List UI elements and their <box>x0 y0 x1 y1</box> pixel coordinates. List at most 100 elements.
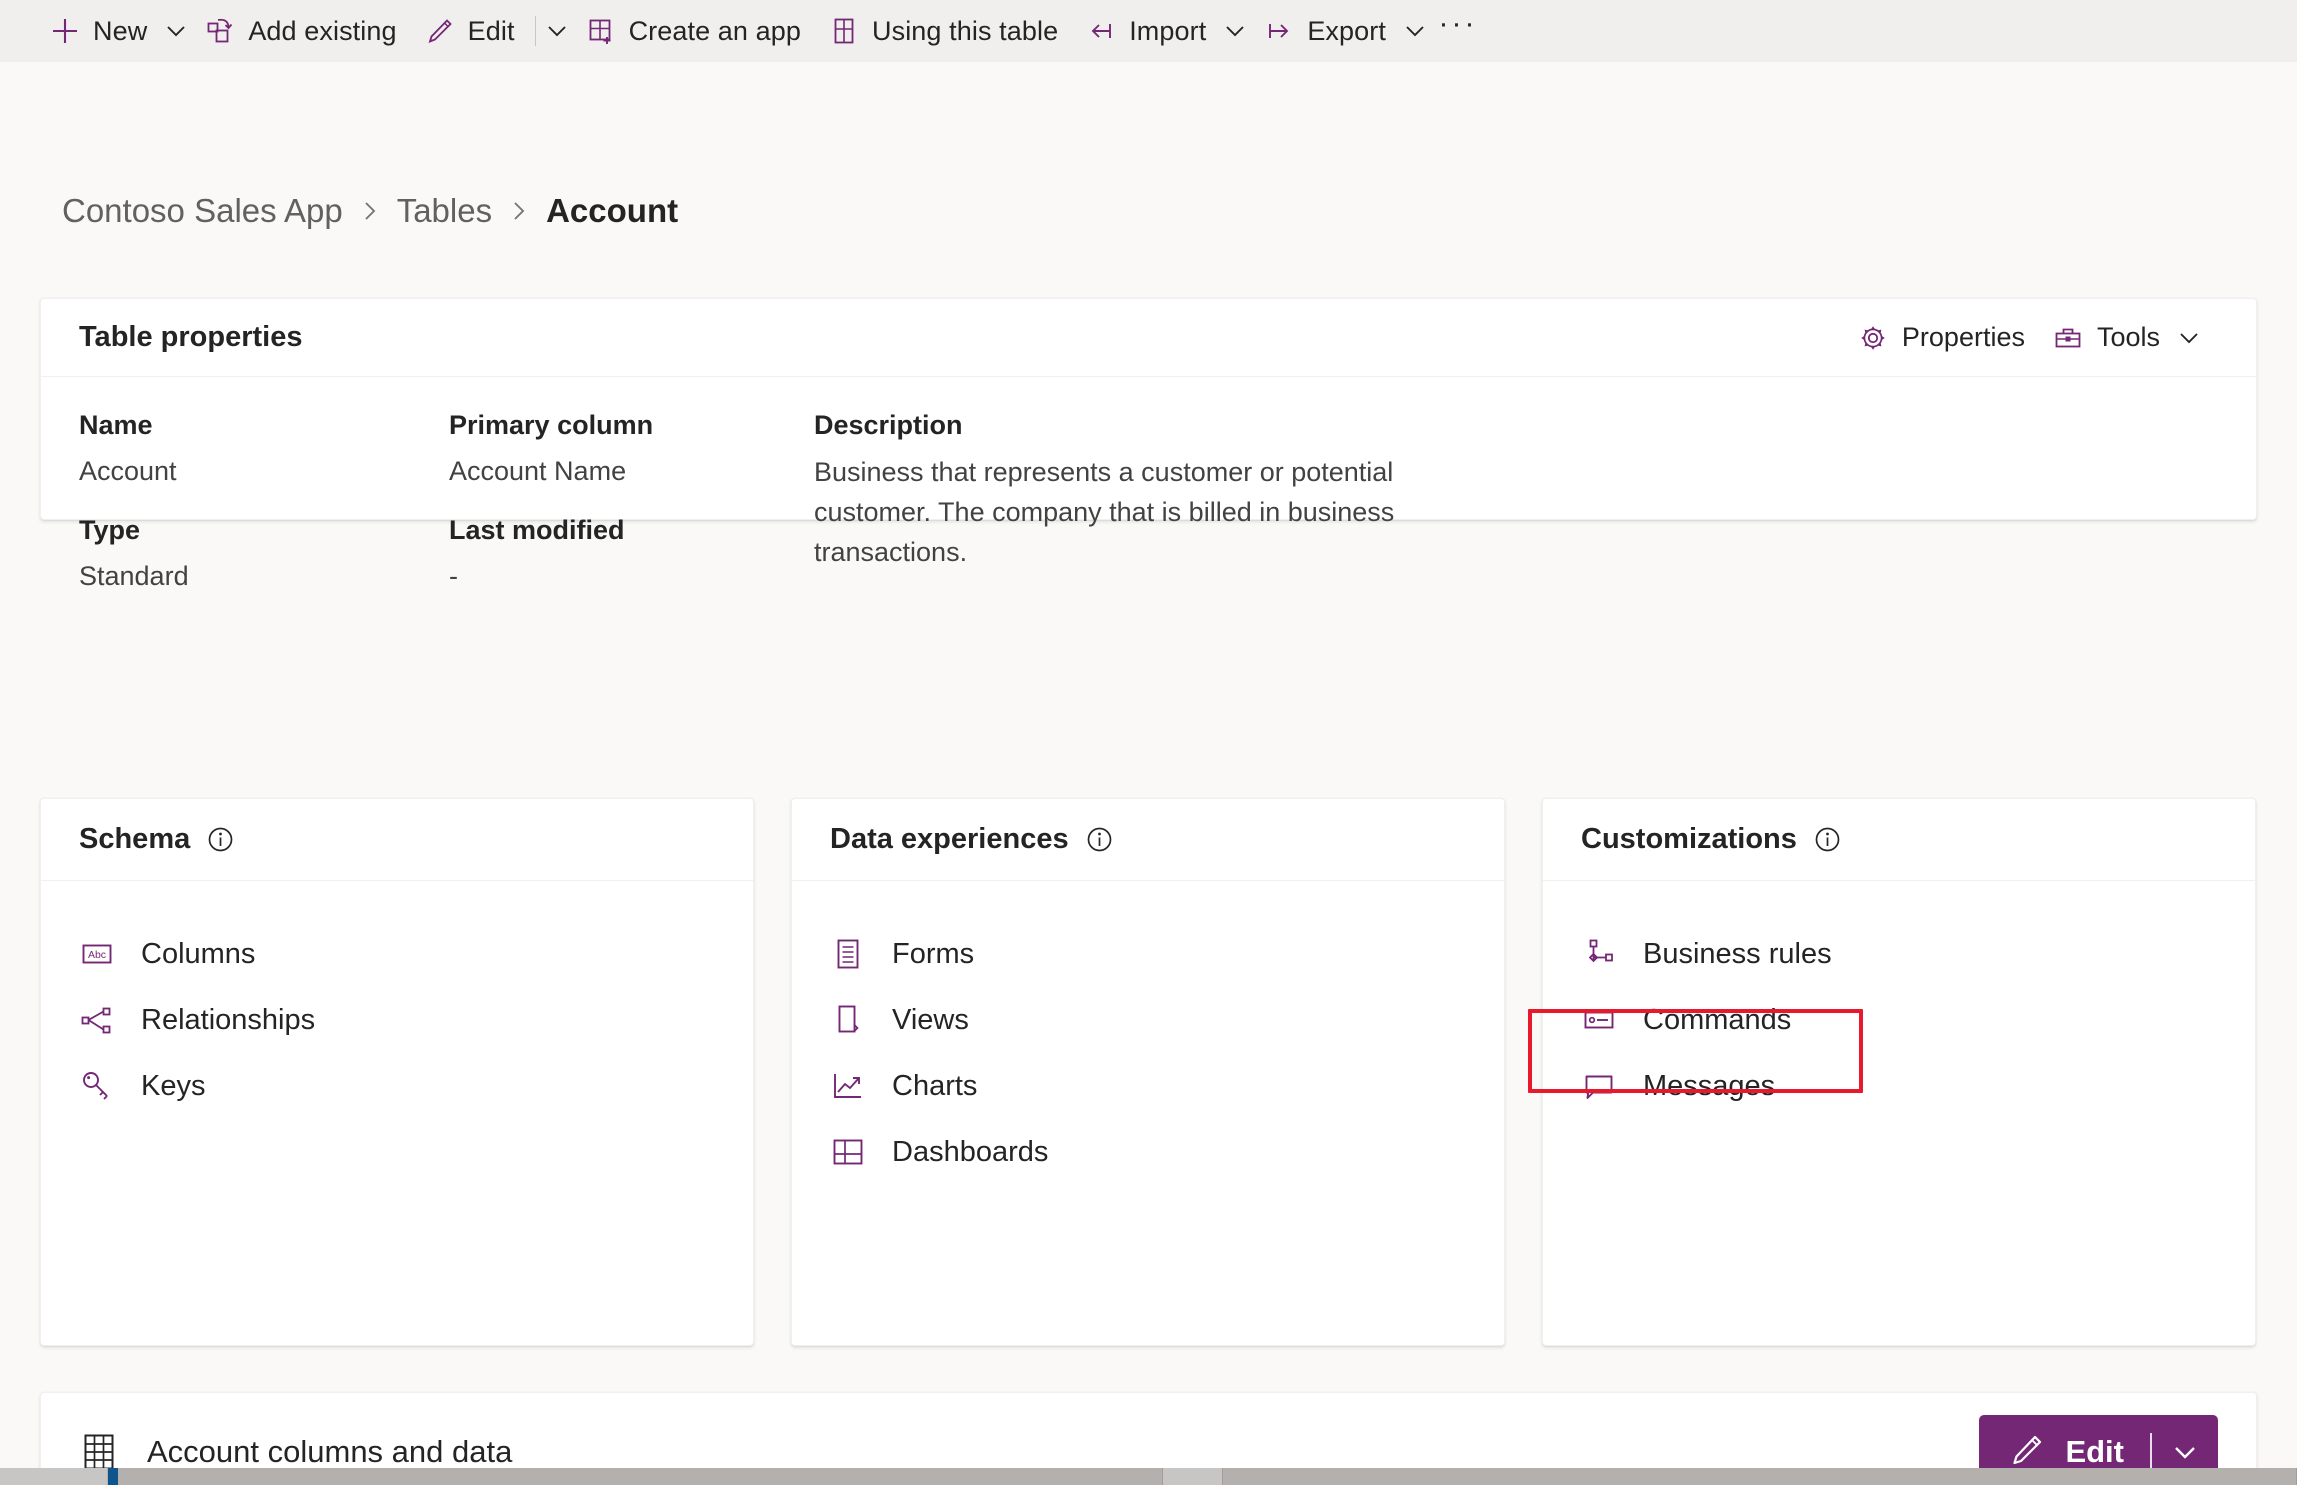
import-label: Import <box>1129 15 1207 46</box>
edit-split-divider <box>2150 1433 2152 1471</box>
breadcrumb-item-account: Account <box>546 192 679 229</box>
using-this-table-label: Using this table <box>872 15 1059 46</box>
new-button[interactable]: New <box>36 0 161 62</box>
export-icon <box>1264 16 1294 46</box>
columns-and-data-title: Account columns and data <box>147 1434 513 1469</box>
table-properties-column-1: Name Account Type Standard <box>57 407 427 595</box>
table-properties-card: Table properties Properties Tools Name A… <box>40 298 2257 591</box>
breadcrumb-chevron-right-icon <box>347 191 393 231</box>
table-properties-column-3: Description Business that represents a c… <box>792 407 1512 595</box>
data-experiences-item-dashboards-label: Dashboards <box>892 1135 1049 1168</box>
schema-item-keys[interactable]: Keys <box>41 1053 753 1119</box>
field-type: Type Standard <box>79 512 427 595</box>
import-button[interactable]: Import <box>1072 0 1220 62</box>
grid-selection-marker <box>108 1468 118 1485</box>
dashboard-icon <box>830 1134 866 1170</box>
data-experiences-item-views-label: Views <box>892 1003 969 1036</box>
customizations-card: Customizations Business rules Commands M… <box>1528 798 2256 1346</box>
customizations-item-business-rules[interactable]: Business rules <box>1543 921 2255 987</box>
data-experiences-item-views[interactable]: Views <box>792 987 1504 1053</box>
abc-icon: Abc <box>79 936 115 972</box>
properties-button[interactable]: Properties <box>1844 314 2039 361</box>
name-label: Name <box>79 410 153 440</box>
data-experiences-item-forms[interactable]: Forms <box>792 921 1504 987</box>
form-icon <box>830 936 866 972</box>
description-value: Business that represents a customer or p… <box>814 457 1395 568</box>
customizations-item-commands-label: Commands <box>1643 1003 1792 1036</box>
data-experiences-item-charts[interactable]: Charts <box>792 1053 1504 1119</box>
data-experiences-item-charts-label: Charts <box>892 1069 978 1102</box>
grid-header-cell[interactable] <box>1163 1468 1223 1485</box>
edit-button[interactable]: Edit <box>411 0 529 62</box>
create-app-icon <box>586 16 616 46</box>
field-description: Description Business that represents a c… <box>814 407 1512 573</box>
edit-chevron-down-icon[interactable] <box>542 16 572 46</box>
table-properties-header: Table properties Properties Tools <box>41 299 2256 377</box>
relationships-icon <box>79 1002 115 1038</box>
table-properties-actions: Properties Tools <box>1844 314 2218 361</box>
table-properties-body: Name Account Type Standard Primary colum… <box>41 377 2256 595</box>
data-experiences-card-header: Data experiences <box>792 799 1504 881</box>
columns-grid-header-row <box>0 1468 2297 1485</box>
tools-chevron-down-icon[interactable] <box>2174 323 2204 353</box>
grid-header-cell[interactable] <box>108 1468 1163 1485</box>
schema-title-group: Schema <box>79 823 235 856</box>
customizations-item-commands[interactable]: Commands <box>1543 987 2255 1053</box>
schema-item-relationships-label: Relationships <box>141 1003 316 1036</box>
create-an-app-button[interactable]: Create an app <box>572 0 815 62</box>
description-label: Description <box>814 410 963 440</box>
info-icon[interactable] <box>206 825 235 854</box>
breadcrumb-item-tables[interactable]: Tables <box>393 190 496 232</box>
data-experiences-title-group: Data experiences <box>830 823 1114 856</box>
table-designer-page: New Add existing Edit Create an app Usin… <box>0 0 2297 1485</box>
edit-split-divider <box>534 16 536 46</box>
schema-item-relationships[interactable]: Relationships <box>41 987 753 1053</box>
new-chevron-down-icon[interactable] <box>161 16 191 46</box>
toolbox-icon <box>2053 323 2083 353</box>
key-icon <box>79 1068 115 1104</box>
add-existing-label: Add existing <box>248 15 397 46</box>
customizations-item-messages[interactable]: Messages <box>1543 1053 2255 1119</box>
commands-icon <box>1581 1002 1617 1038</box>
table-properties-title: Table properties <box>79 321 303 353</box>
customizations-card-header: Customizations <box>1543 799 2255 881</box>
data-experiences-item-forms-label: Forms <box>892 937 975 970</box>
create-an-app-label: Create an app <box>628 15 801 46</box>
last-modified-value: - <box>449 561 458 592</box>
data-experiences-list: Forms Views Charts Dashboards <box>792 881 1504 1185</box>
properties-label: Properties <box>1901 322 2025 352</box>
using-this-table-button[interactable]: Using this table <box>815 0 1072 62</box>
message-icon <box>1581 1068 1617 1104</box>
primary-column-label: Primary column <box>449 410 654 440</box>
data-experiences-item-dashboards[interactable]: Dashboards <box>792 1119 1504 1185</box>
customizations-item-business-rules-label: Business rules <box>1643 937 1832 970</box>
customizations-list: Business rules Commands Messages <box>1528 881 2255 1119</box>
type-label: Type <box>79 514 141 545</box>
business-rules-icon <box>1581 936 1617 972</box>
import-chevron-down-icon[interactable] <box>1220 16 1250 46</box>
gear-icon <box>1858 323 1888 353</box>
schema-item-columns[interactable]: Abc Columns <box>41 921 753 987</box>
field-name: Name Account <box>79 407 427 490</box>
last-modified-label: Last modified <box>449 514 625 545</box>
export-label: Export <box>1307 15 1386 46</box>
import-icon <box>1086 16 1116 46</box>
more-commands-button[interactable]: ··· <box>1430 0 1486 62</box>
export-button[interactable]: Export <box>1250 0 1400 62</box>
add-existing-button[interactable]: Add existing <box>191 0 410 62</box>
schema-item-keys-label: Keys <box>141 1069 206 1102</box>
info-icon[interactable] <box>1085 825 1114 854</box>
export-chevron-down-icon[interactable] <box>1400 16 1430 46</box>
schema-list: Abc Columns Relationships Keys <box>41 881 753 1119</box>
data-experiences-card: Data experiences Forms Views Charts Dash… <box>791 798 1505 1346</box>
plus-icon <box>50 16 80 46</box>
info-icon[interactable] <box>1813 825 1842 854</box>
columns-grid-header-strip <box>0 1468 2297 1485</box>
table-properties-column-2: Primary column Account Name Last modifie… <box>427 407 792 595</box>
grid-header-cell[interactable] <box>1223 1468 2297 1485</box>
customizations-title: Customizations <box>1581 823 1797 855</box>
edit-label: Edit <box>467 15 515 46</box>
pencil-icon <box>2009 1432 2045 1473</box>
breadcrumb-item-app[interactable]: Contoso Sales App <box>58 190 347 232</box>
tools-button[interactable]: Tools <box>2039 314 2218 361</box>
